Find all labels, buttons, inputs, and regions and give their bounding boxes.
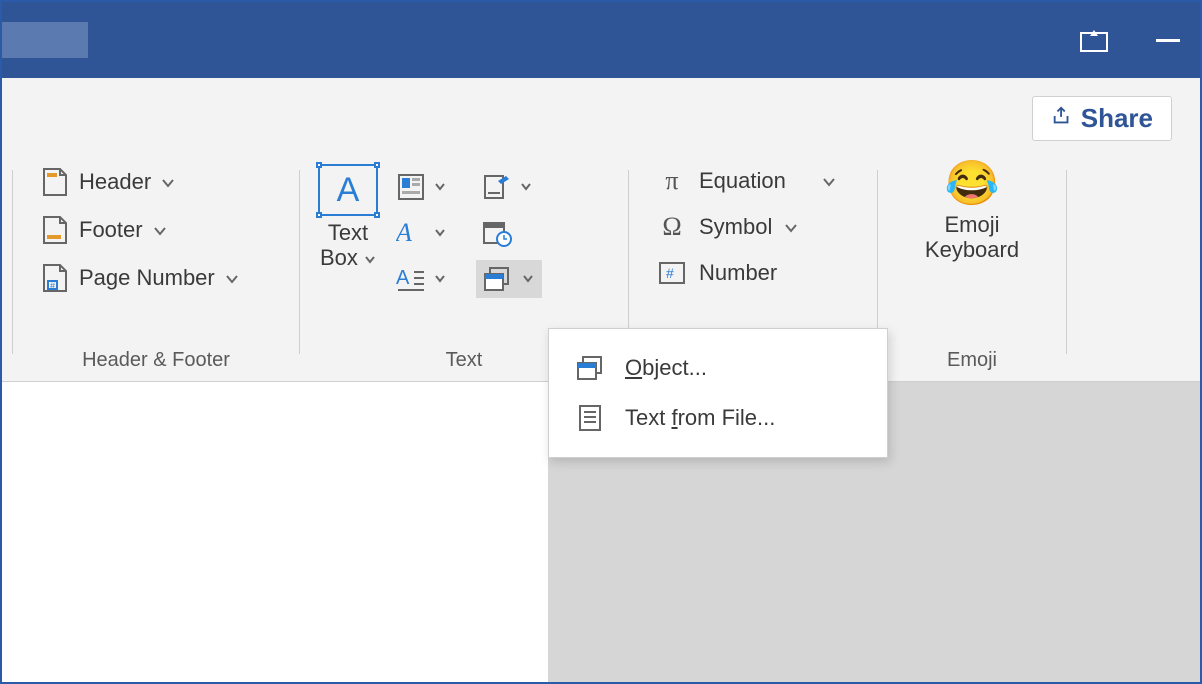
ribbon-display-options-icon[interactable] [1080,28,1108,52]
chevron-down-icon [520,178,532,196]
date-time-icon [482,218,512,248]
footer-icon [41,214,69,246]
svg-text:#: # [50,281,55,291]
menu-item-label: Text from File... [625,405,775,431]
number-icon: # [657,258,687,288]
header-button[interactable]: Header [31,162,249,202]
equation-icon: π [657,166,687,196]
chevron-down-icon [225,265,239,291]
share-icon [1051,103,1073,134]
signature-icon [482,172,512,202]
page-number-label: Page Number [79,265,215,291]
footer-label: Footer [79,217,143,243]
symbol-button[interactable]: Ω Symbol [647,208,846,246]
object-icon [482,264,512,294]
symbol-label: Symbol [699,214,772,240]
object-icon [575,353,605,383]
footer-button[interactable]: Footer [31,210,249,250]
chevron-down-icon [434,178,446,196]
group-emoji: 😂 Emoji Keyboard Emoji [882,162,1062,382]
quick-parts-icon [396,172,426,202]
header-label: Header [79,169,151,195]
share-label: Share [1081,103,1153,134]
ribbon: Share Header [2,78,1200,382]
title-bar [2,2,1200,78]
wordart-icon: A [396,218,426,248]
emoji-label-1: Emoji [944,212,999,237]
chevron-down-icon [434,270,446,288]
object-dropdown-menu: Object... Text from File... [548,328,888,458]
page-number-icon: # [41,262,69,294]
object-dropdown-button[interactable] [476,260,542,298]
emoji-keyboard-button[interactable]: 😂 Emoji Keyboard [909,162,1035,263]
svg-text:A: A [396,267,410,289]
text-file-icon [575,403,605,433]
drop-cap-button[interactable]: A [390,260,452,298]
symbol-icon: Ω [657,212,687,242]
header-icon [41,166,69,198]
menu-item-label: Object... [625,355,707,381]
text-box-icon: A [318,164,378,216]
svg-text:A: A [396,219,412,247]
svg-text:#: # [666,265,674,281]
chevron-down-icon [153,217,167,243]
chevron-down-icon [434,224,446,242]
emoji-label-2: Keyboard [925,237,1019,262]
text-box-label-2: Box [320,245,358,270]
menu-item-text-from-file[interactable]: Text from File... [557,393,879,443]
equation-label: Equation [699,168,786,194]
wordart-button[interactable]: A [390,214,452,252]
text-box-label-1: Text [328,220,368,245]
title-left-block [2,22,88,58]
chevron-down-icon [522,270,534,288]
chevron-down-icon [364,245,376,270]
minimize-icon[interactable] [1156,39,1180,42]
document-page[interactable] [2,382,548,682]
quick-parts-button[interactable] [390,168,452,206]
date-time-button[interactable] [476,214,542,252]
page-number-button[interactable]: # Page Number [31,258,249,298]
menu-item-object[interactable]: Object... [557,343,879,393]
chevron-down-icon [784,214,798,240]
group-label: Header & Footer [17,349,295,382]
drop-cap-icon: A [396,264,426,294]
number-label: Number [699,260,777,286]
signature-line-button[interactable] [476,168,542,206]
group-label: Emoji [882,349,1062,382]
number-button[interactable]: # Number [647,254,846,292]
share-button[interactable]: Share [1032,96,1172,141]
group-header-footer: Header Footer # Page Numb [17,162,295,382]
chevron-down-icon [161,169,175,195]
text-box-button[interactable]: A Text Box [318,164,378,271]
emoji-icon: 😂 [945,162,1000,206]
equation-button[interactable]: π Equation [647,162,846,200]
chevron-down-icon [822,168,836,194]
